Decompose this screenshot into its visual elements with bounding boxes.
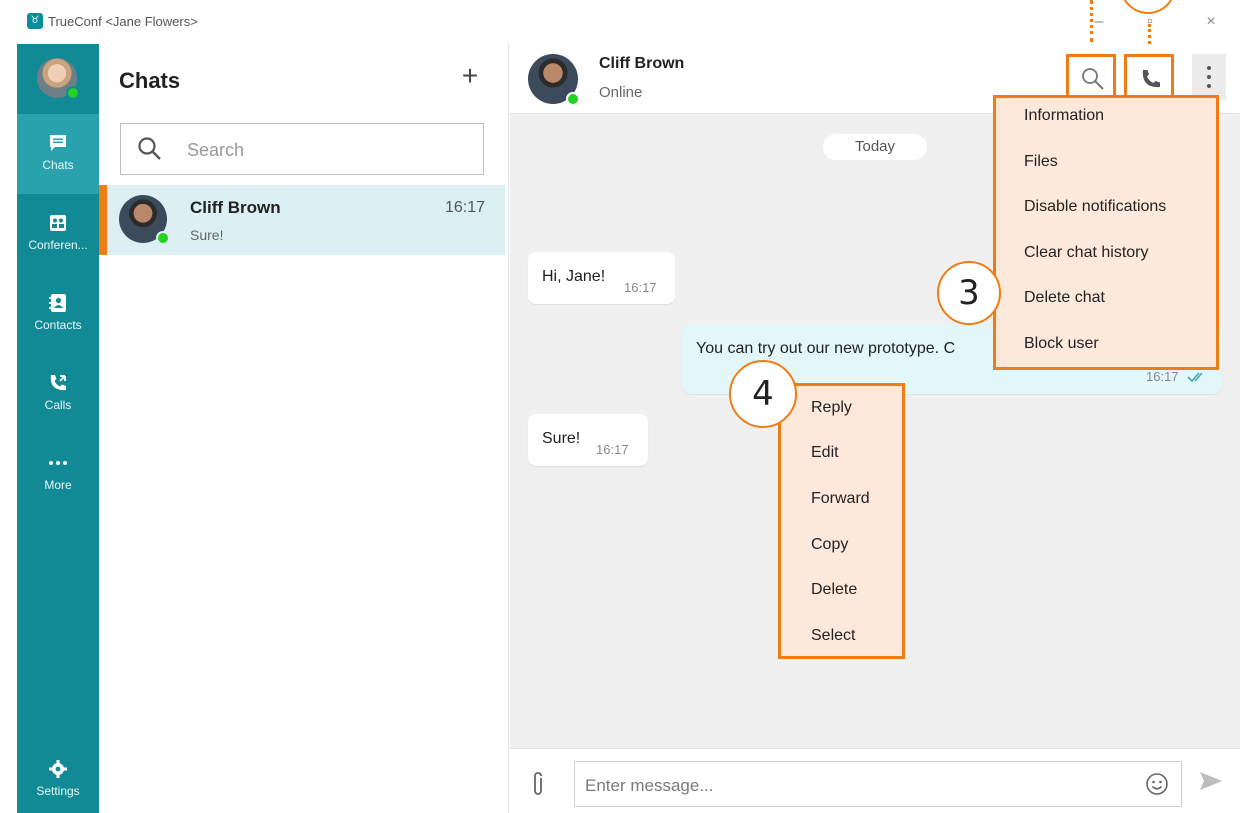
contact-avatar [119, 195, 170, 245]
navigation-rail: Chats Conferen... Contacts Calls More Se… [17, 44, 99, 813]
calls-icon [50, 375, 66, 391]
annotation-line [1090, 0, 1093, 42]
menu-item-files[interactable]: Files [1024, 153, 1240, 171]
app-logo-icon: ♉ [27, 13, 43, 29]
search-icon [1082, 68, 1104, 90]
chat-contact-name: Cliff Brown [190, 198, 281, 217]
chats-title: Chats [119, 68, 181, 93]
new-chat-button[interactable]: + [455, 62, 485, 92]
rail-item-label: Chats [42, 158, 74, 172]
rail-item-calls[interactable]: Calls [17, 354, 99, 434]
date-separator: Today [823, 134, 927, 160]
message-bubble-incoming[interactable]: Hi, Jane! 16:17 [528, 252, 675, 304]
rail-item-label: Contacts [34, 318, 82, 332]
menu-item-copy[interactable]: Copy [811, 536, 932, 554]
contact-name: Cliff Brown [599, 55, 685, 72]
chat-options-menu: Information Files Disable notifications … [993, 95, 1219, 370]
vertical-dots-icon [1207, 66, 1211, 88]
menu-item-block-user[interactable]: Block user [1024, 335, 1240, 353]
more-icon [49, 461, 67, 465]
send-icon[interactable] [1199, 770, 1223, 792]
message-time: 16:17 [624, 280, 657, 295]
annotation-line [1148, 24, 1151, 44]
menu-item-information[interactable]: Information [1024, 107, 1240, 125]
window-title: TrueConf <Jane Flowers> [48, 14, 198, 29]
contact-avatar[interactable] [528, 54, 580, 106]
attachment-icon[interactable] [530, 771, 546, 797]
online-status-dot [156, 231, 170, 245]
chat-time: 16:17 [444, 199, 485, 216]
call-button[interactable] [1124, 54, 1174, 100]
message-input[interactable]: Enter message... [574, 761, 1182, 807]
contacts-icon [49, 294, 66, 312]
rail-item-chats[interactable]: Chats [17, 114, 99, 194]
menu-item-forward[interactable]: Forward [811, 490, 932, 508]
window-left-edge [0, 0, 17, 813]
message-time: 16:17 [596, 442, 629, 457]
read-checkmarks-icon [1187, 372, 1203, 383]
search-messages-button[interactable] [1066, 54, 1116, 100]
emoji-icon[interactable] [1145, 772, 1169, 796]
phone-icon [1142, 70, 1160, 88]
user-avatar[interactable] [37, 58, 80, 100]
menu-item-clear-chat-history[interactable]: Clear chat history [1024, 244, 1240, 262]
close-button[interactable]: × [1199, 10, 1223, 34]
rail-item-label: Settings [36, 784, 80, 798]
rail-item-label: Conferen... [28, 238, 88, 252]
search-icon [138, 137, 161, 160]
chat-icon [50, 135, 66, 151]
message-placeholder: Enter message... [585, 776, 714, 795]
message-text: You can try out our new prototype. C [696, 340, 956, 357]
rail-item-label: More [44, 478, 72, 492]
rail-item-settings[interactable]: Settings [17, 740, 99, 813]
contact-status: Online [599, 84, 643, 101]
message-bubble-incoming[interactable]: Sure! 16:17 [528, 414, 648, 466]
rail-item-more[interactable]: More [17, 434, 99, 514]
annotation-callout-4: 4 [729, 360, 797, 428]
search-input[interactable]: Search [120, 123, 484, 175]
menu-item-delete[interactable]: Delete [811, 581, 932, 599]
chats-panel: Chats + Search Cliff Brown 16:17 Sure! [99, 44, 509, 813]
more-options-button[interactable] [1192, 54, 1226, 100]
gear-icon [49, 760, 67, 778]
online-status-dot [66, 86, 80, 100]
message-text: Hi, Jane! [542, 268, 606, 285]
annotation-callout-3: 3 [937, 261, 1001, 325]
rail-item-label: Calls [44, 398, 72, 412]
rail-item-contacts[interactable]: Contacts [17, 274, 99, 354]
conference-icon [50, 215, 66, 231]
chat-preview: Sure! [190, 227, 224, 243]
menu-item-reply[interactable]: Reply [811, 399, 932, 417]
menu-item-select[interactable]: Select [811, 627, 932, 645]
message-time: 16:17 [1146, 369, 1179, 384]
message-composer: Enter message... [510, 748, 1240, 813]
chat-list-item[interactable]: Cliff Brown 16:17 Sure! [99, 185, 505, 255]
online-status-dot [566, 92, 580, 106]
menu-item-edit[interactable]: Edit [811, 444, 932, 462]
search-placeholder: Search [187, 140, 245, 160]
menu-item-disable-notifications[interactable]: Disable notifications [1024, 198, 1240, 216]
title-bar: ♉ TrueConf <Jane Flowers> – ▫ × [0, 0, 1240, 44]
rail-item-conferences[interactable]: Conferen... [17, 194, 99, 274]
message-context-menu: Reply Edit Forward Copy Delete Select [778, 383, 905, 659]
message-text: Sure! [542, 430, 581, 447]
menu-item-delete-chat[interactable]: Delete chat [1024, 289, 1240, 307]
